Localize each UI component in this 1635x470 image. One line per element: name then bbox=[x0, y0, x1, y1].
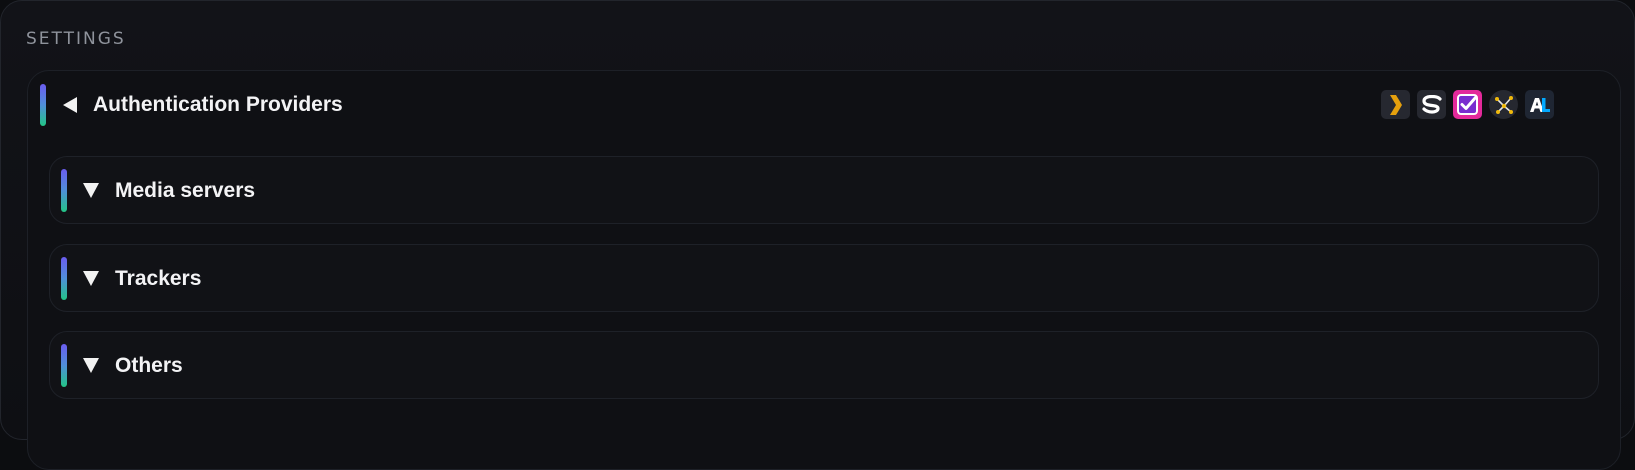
accent-bar bbox=[40, 84, 46, 126]
simkl-icon bbox=[1417, 90, 1446, 119]
collapse-arrow-icon[interactable] bbox=[63, 97, 77, 113]
media-servers-section[interactable]: Media servers bbox=[49, 156, 1599, 224]
others-section[interactable]: Others bbox=[49, 331, 1599, 399]
expand-arrow-icon[interactable] bbox=[83, 271, 99, 286]
plex-icon bbox=[1381, 90, 1410, 119]
provider-icons bbox=[1381, 90, 1554, 119]
accent-bar bbox=[61, 344, 67, 387]
trakt-network-icon bbox=[1489, 90, 1518, 119]
mdblist-check-icon bbox=[1453, 90, 1482, 119]
auth-providers-title[interactable]: Authentication Providers bbox=[93, 93, 343, 117]
others-title[interactable]: Others bbox=[115, 354, 183, 378]
settings-heading: SETTINGS bbox=[26, 29, 126, 49]
anilist-icon bbox=[1525, 90, 1554, 119]
trackers-title[interactable]: Trackers bbox=[115, 267, 201, 291]
settings-container: SETTINGS Authentication Providers Media … bbox=[0, 0, 1635, 470]
accent-bar bbox=[61, 169, 67, 212]
auth-providers-panel: Authentication Providers Media servers T… bbox=[27, 70, 1621, 470]
media-servers-title[interactable]: Media servers bbox=[115, 179, 255, 203]
expand-arrow-icon[interactable] bbox=[83, 183, 99, 198]
expand-arrow-icon[interactable] bbox=[83, 358, 99, 373]
accent-bar bbox=[61, 257, 67, 300]
trackers-section[interactable]: Trackers bbox=[49, 244, 1599, 312]
